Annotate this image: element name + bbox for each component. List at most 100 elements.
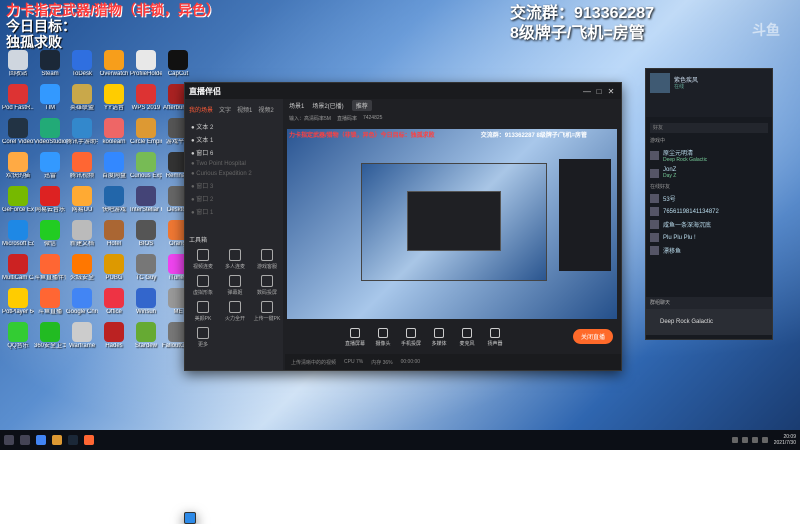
search-icon[interactable] [4, 435, 14, 445]
game-entry[interactable]: Deep Rock Galactic [646, 309, 772, 335]
capture-button[interactable]: 麦克风 [455, 327, 479, 347]
friends-search-input[interactable]: 好友 [650, 123, 768, 133]
group-chat-header[interactable]: 群组聊天 [646, 297, 772, 309]
desktop-icon[interactable]: Google Chrome [66, 286, 98, 320]
desktop-icon[interactable]: 回收站 [2, 48, 34, 82]
folder-icon[interactable] [52, 435, 62, 445]
desktop-icon[interactable]: 腾讯手游助手 [66, 116, 98, 150]
friend-row[interactable]: 76561198141134872 [646, 205, 772, 218]
desktop-icon[interactable]: 斗鱼直播 [34, 286, 66, 320]
tool-button[interactable]: 美颜PK [187, 298, 219, 324]
desktop-icon[interactable]: TC Guy [130, 252, 162, 286]
desktop-icon[interactable]: 网易UU [66, 184, 98, 218]
friend-row[interactable]: JonZ Day Z [646, 165, 772, 181]
tool-button[interactable]: 弹幕姬 [219, 272, 251, 298]
close-icon[interactable]: ✕ [605, 87, 617, 96]
desktop-icon[interactable]: 迅雷 [34, 150, 66, 184]
douyu-icon[interactable] [84, 435, 94, 445]
desktop-icon[interactable]: Hades [98, 320, 130, 354]
desktop-icon[interactable]: ToDesk [66, 48, 98, 82]
tab-3[interactable]: 视频2 [258, 105, 273, 114]
desktop-icon[interactable]: QQ音乐 [2, 320, 34, 354]
desktop-icon[interactable]: 欢快的猫 [2, 150, 34, 184]
tool-button[interactable]: 多人连麦 [219, 246, 251, 272]
desktop-icon[interactable]: Warframe [66, 320, 98, 354]
desktop-icon[interactable]: Office [98, 286, 130, 320]
desktop-icon[interactable]: VideoStudio [34, 116, 66, 150]
capture-button[interactable]: 手机投屏 [399, 327, 423, 347]
friend-row[interactable]: 咸鱼一条深海沉底 [646, 218, 772, 231]
desktop-icon[interactable]: koolearn [98, 116, 130, 150]
capture-button[interactable]: 多媒体 [427, 327, 451, 347]
scene-tab[interactable]: 场景2(已播) [312, 101, 343, 110]
stop-live-button[interactable]: 关闭直播 [572, 329, 613, 344]
desktop-icon[interactable]: TIM [34, 82, 66, 116]
desktop-icon[interactable]: 火绒安全 [66, 252, 98, 286]
source-item[interactable]: ● 文本 1 [185, 133, 283, 146]
desktop-icon[interactable]: Corel VideoStudio [2, 116, 34, 150]
friend-row[interactable]: 原尘元明清 Deep Rock Galactic [646, 146, 772, 165]
steam-icon[interactable] [68, 435, 78, 445]
friend-row[interactable]: Plu Plu Plu ! [646, 231, 772, 244]
capture-button[interactable]: 直播屏幕 [343, 327, 367, 347]
friend-row[interactable]: 漂移鱼 [646, 244, 772, 257]
desktop-icon[interactable]: 百度网盘 [98, 150, 130, 184]
tool-button[interactable]: 数码投屏 [251, 272, 283, 298]
desktop-icon[interactable]: 斗鱼直播伴侣 [34, 252, 66, 286]
tab-1[interactable]: 文字 [219, 105, 231, 114]
desktop-icon[interactable]: 网易云音乐 [34, 184, 66, 218]
clock[interactable]: 20:09 2021/7/30 [774, 434, 796, 446]
desktop-icon[interactable]: Steam [34, 48, 66, 82]
source-item[interactable]: ● Curious Expedition 2 [185, 169, 283, 179]
source-item[interactable]: ● 窗口 6 [185, 146, 283, 159]
desktop-icon[interactable]: BIOS [130, 218, 162, 252]
desktop-icon[interactable]: 英雄联盟 [66, 82, 98, 116]
desktop-icon[interactable]: 腾讯视频 [66, 150, 98, 184]
desktop-icon[interactable]: Pod FastR... [2, 82, 34, 116]
desktop-icon[interactable]: GeForce Experience [2, 184, 34, 218]
tool-button[interactable]: 火力全开 [219, 298, 251, 324]
desktop-icon[interactable]: 新建文档 [66, 218, 98, 252]
source-item[interactable]: ● Two Point Hospital [185, 159, 283, 169]
desktop-icon[interactable]: 快吧游戏 [98, 184, 130, 218]
desktop-icon[interactable]: InterStellar Kingdom [130, 184, 162, 218]
source-item[interactable]: ● 文本 2 [185, 120, 283, 133]
scene-tab[interactable]: 推荐 [351, 99, 372, 111]
capture-button[interactable]: 扬声器 [483, 327, 507, 347]
desktop-icon[interactable]: Stardew [130, 320, 162, 354]
desktop-icon[interactable]: Microsoft Edge [2, 218, 34, 252]
desktop-icon[interactable]: Hotel [98, 218, 130, 252]
tab-2[interactable]: 视频1 [237, 105, 252, 114]
tool-button[interactable]: 更多 [187, 324, 219, 350]
minimize-icon[interactable]: — [581, 87, 593, 96]
desktop-icon[interactable]: CapCut [162, 48, 194, 82]
desktop-icon[interactable]: Curious Expedition [130, 150, 162, 184]
desktop-icon[interactable]: 360安全卫士 [34, 320, 66, 354]
taskview-icon[interactable] [20, 435, 30, 445]
desktop-icon[interactable]: PUBG [98, 252, 130, 286]
desktop-icon[interactable]: 微信 [34, 218, 66, 252]
tool-button[interactable]: 游戏客服 [251, 246, 283, 272]
source-item[interactable]: ● 窗口 1 [185, 205, 283, 218]
maximize-icon[interactable]: □ [593, 87, 605, 96]
avatar[interactable] [650, 73, 670, 93]
source-item[interactable]: ● 窗口 2 [185, 192, 283, 205]
capture-button[interactable]: 摄像头 [371, 327, 395, 347]
desktop-icon[interactable]: Winsun [130, 286, 162, 320]
desktop-icon[interactable]: YY语音 [98, 82, 130, 116]
desktop-icon[interactable]: PotPlayer 64 bit [2, 286, 34, 320]
tab-0[interactable]: 我的场景 [189, 105, 213, 114]
tool-button[interactable]: 视频连麦 [187, 246, 219, 272]
friend-row[interactable]: 53号 [646, 192, 772, 205]
desktop-icon[interactable]: Circle Empires [130, 116, 162, 150]
desktop-icon[interactable]: MultiCam Capture Lite [2, 252, 34, 286]
source-item[interactable]: ● 窗口 3 [185, 179, 283, 192]
desktop-icon[interactable]: ProfileHolder [130, 48, 162, 82]
desktop-icon[interactable]: Overwatch [98, 48, 130, 82]
start-icon[interactable] [184, 512, 196, 524]
scene-tab[interactable]: 场景1 [289, 101, 304, 110]
chrome-icon[interactable] [36, 435, 46, 445]
desktop-icon[interactable]: WPS 2019 [130, 82, 162, 116]
tool-button[interactable]: 上传一键PK [251, 298, 283, 324]
tool-button[interactable]: 虚拟形象 [187, 272, 219, 298]
